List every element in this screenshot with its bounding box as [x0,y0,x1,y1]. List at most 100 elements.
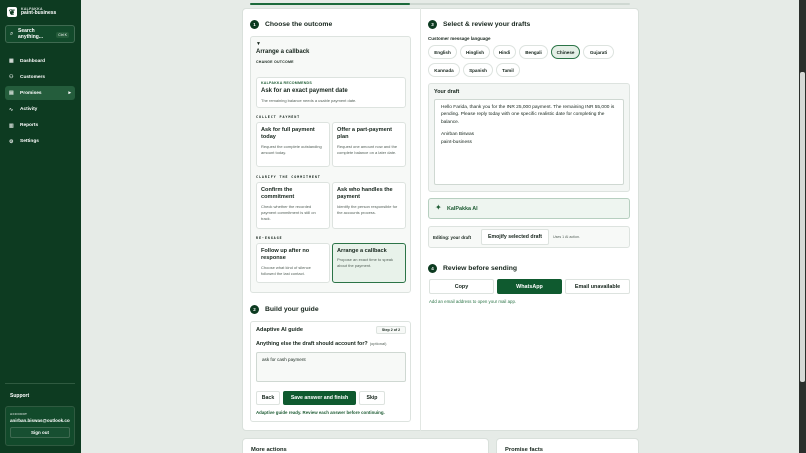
option-follow-up[interactable]: Follow up after no response Choose what … [256,243,330,283]
more-actions-card: More actions [242,438,489,453]
ai-usage-note: Uses 1 AI action. [553,235,580,239]
chart-icon: ▥ [9,122,14,129]
promise-facts-card: Promise facts [496,438,639,453]
sidebar-nav: ▦ Dashboard ⚇ Customers ▤ Promises ▸ ∿ A… [5,54,75,151]
brand-logo[interactable]: ❦ KALPAKKA paint-business [7,7,56,17]
sidebar-item-reports[interactable]: ▥ Reports [5,119,75,133]
option-part-payment[interactable]: Offer a part-payment plan Request one am… [332,122,406,167]
step-1-header: 1 Choose the outcome [250,20,332,29]
guide-question: Anything else the draft should account f… [256,341,386,347]
sidebar-item-label: Customers [20,74,46,80]
copy-button[interactable]: Copy [429,279,494,294]
lang-hindi[interactable]: Hindi [493,45,516,59]
more-actions-title: More actions [251,447,287,453]
sidebar-item-label: Promises [20,90,42,96]
leaf-logo-icon: ❦ [7,7,17,17]
account-label: ACCOUNT [10,412,28,416]
option-title: Offer a part-payment plan [337,127,393,141]
whatsapp-button[interactable]: WhatsApp [497,279,562,294]
option-title: Follow up after no response [261,248,310,262]
email-note-link[interactable]: Add an email address to open your mail a… [429,299,516,304]
selected-outcome-title: Arrange a callback [256,49,310,55]
lang-english[interactable]: English [428,45,457,59]
option-arrange-callback[interactable]: Arrange a callback Propose an exact time… [332,243,406,283]
step-title: Select & review your drafts [443,21,531,28]
handshake-icon: ▤ [9,90,14,97]
sidebar-divider [5,383,75,384]
sidebar-item-label: Settings [20,139,39,145]
lang-tamil[interactable]: Tamil [496,63,520,77]
sidebar-item-promises[interactable]: ▤ Promises ▸ [5,86,75,101]
optional-label: (optional) [369,341,387,346]
guide-title: Adaptive AI guide [256,327,304,333]
support-link[interactable]: Support [10,393,29,399]
grid-icon: ▦ [9,58,14,64]
option-desc: Request one amount now and the complete … [337,143,398,155]
step-badge: Step 2 of 2 [376,326,406,334]
step-title: Build your guide [265,306,319,313]
sparkle-icon: ✦ [435,203,442,212]
option-desc: Request the complete outstanding amount … [261,143,322,155]
sidebar-item-dashboard[interactable]: ▦ Dashboard [5,54,75,68]
email-button[interactable]: Email unavailable [565,279,630,294]
group-label-collect: COLLECT PAYMENT [256,115,301,119]
editing-label: Editing: your draft [433,235,472,240]
sidebar-item-label: Reports [20,123,39,129]
brand-small: KALPAKKA [21,6,43,11]
draft-title: Your draft [434,89,460,95]
option-full-payment[interactable]: Ask for full payment today Request the c… [256,122,330,167]
account-email: anirban.biswas@outlook.com [10,418,70,423]
option-title: Confirm the commitment [261,187,295,201]
step-number: 3 [428,20,437,29]
account-panel: ACCOUNT anirban.biswas@outlook.com Sign … [5,406,75,446]
step-4-header: 4 Review before sending [428,264,517,273]
promise-facts-title: Promise facts [505,447,544,453]
lang-kannada[interactable]: Kannada [428,63,460,77]
option-confirm-commitment[interactable]: Confirm the commitment Check whether the… [256,182,330,229]
sidebar-item-activity[interactable]: ∿ Activity [5,103,75,117]
lang-gujarati[interactable]: Gujarati [583,45,614,59]
step-number: 1 [250,20,259,29]
back-button[interactable]: Back [256,391,280,405]
group-label-clarify: CLARIFY THE COMMITMENT [256,175,321,179]
step-title: Review before sending [443,265,518,272]
search-label: Search anything... [18,28,43,40]
guide-answer-input[interactable]: ask for cash payment [256,352,406,382]
skip-button[interactable]: Skip [359,391,385,405]
step-3-header: 3 Select & review your drafts [428,20,530,29]
ai-label: KalPakka AI [447,206,478,212]
draft-signature-name: Anirban Biswas [441,132,475,138]
search-input[interactable]: ⌕ Search anything... Ctrl K [5,25,75,43]
option-desc: Identify the person responsible for the … [337,203,398,215]
emojify-button[interactable]: Emojify selected draft [481,229,549,245]
option-who-handles[interactable]: Ask who handles the payment Identify the… [332,182,406,229]
lang-hinglish[interactable]: Hinglish [460,45,490,59]
users-icon: ⚇ [9,74,14,81]
option-title: Ask for full payment today [261,127,315,141]
search-icon: ⌕ [10,31,14,37]
guide-question-text: Anything else the draft should account f… [256,341,368,347]
lang-spanish[interactable]: Spanish [463,63,493,77]
sidebar-item-customers[interactable]: ⚇ Customers [5,70,75,84]
scrollbar-thumb[interactable] [800,72,805,382]
change-outcome-link[interactable]: CHANGE OUTCOME [256,60,294,64]
draft-signature-business: paint-business [441,139,472,145]
sidebar-item-label: Dashboard [20,58,46,64]
lang-bengali[interactable]: Bengali [519,45,548,59]
draft-textarea[interactable]: Hello Farida, thank you for the INR 25,0… [434,99,624,185]
step-number: 2 [250,305,259,314]
caret-down-icon[interactable]: ▼ [256,41,261,47]
progress-bar [250,3,630,5]
column-divider [420,8,421,431]
step-2-header: 2 Build your guide [250,305,319,314]
sign-out-button[interactable]: Sign out [10,427,70,438]
search-shortcut: Ctrl K [56,32,69,38]
draft-body: Hello Farida, thank you for the INR 25,0… [441,105,615,125]
language-label: Customer message language [428,36,491,41]
sidebar: ❦ KALPAKKA paint-business ⌕ Search anyth… [0,0,81,453]
step-number: 4 [428,264,437,273]
save-answer-button[interactable]: Save answer and finish [283,391,356,405]
brand-name: paint-business [21,10,57,17]
lang-chinese[interactable]: Chinese [551,45,580,59]
sidebar-item-settings[interactable]: ⚙ Settings [5,135,75,149]
